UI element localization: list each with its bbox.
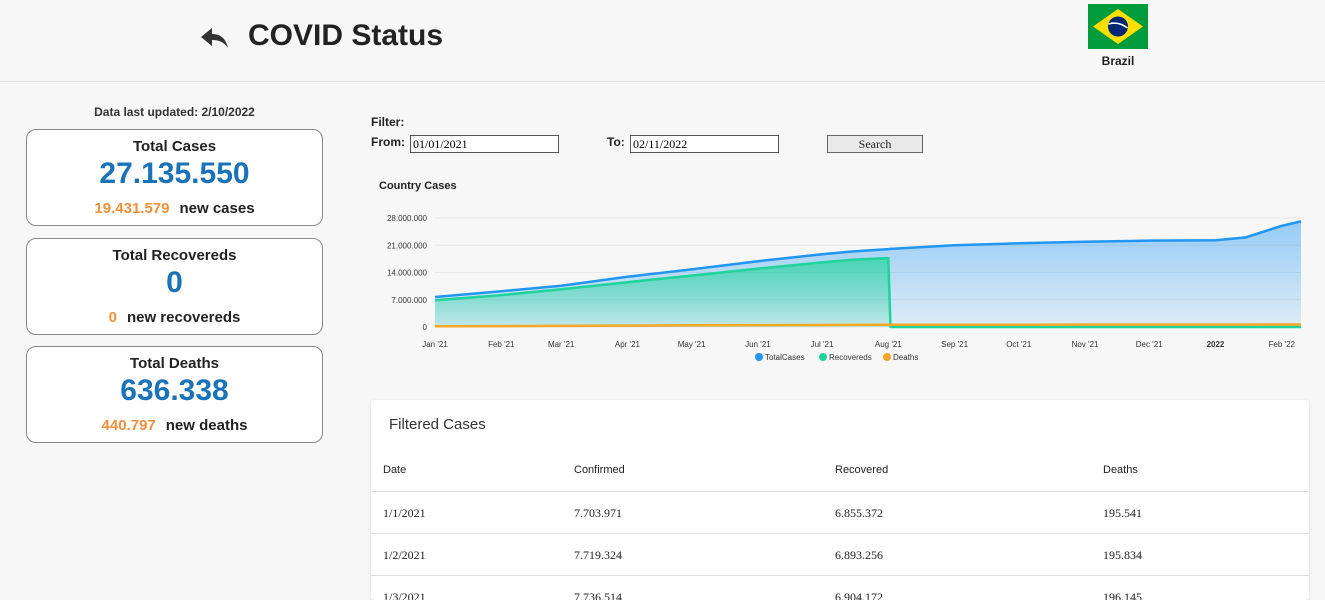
x-tick-label: Feb '22 [1269,340,1296,349]
filter-label: Filter: [371,115,405,129]
new-deaths-label: new deaths [165,417,248,434]
last-updated-text: Data last updated: 2/10/2022 [94,105,255,119]
cell-date: 1/3/2021 [383,590,426,600]
page-header: COVID Status Brazil [0,0,1325,82]
legend-marker [819,353,827,361]
x-tick-label: Mar '21 [548,340,575,349]
legend-label: Deaths [893,353,918,362]
header-deaths[interactable]: Deaths [1103,464,1138,476]
total-cases-card: Total Cases 27.135.550 19.431.579 new cas… [26,129,323,226]
new-deaths-line: 440.797 new deaths [27,417,322,434]
cell-deaths: 196.145 [1103,590,1142,600]
x-tick-label: Sep '21 [941,340,968,349]
legend-marker [755,353,763,361]
y-tick-label: 14.000.000 [387,269,428,278]
country-name: Brazil [1101,54,1135,68]
x-tick-label: Jan '21 [422,340,448,349]
cell-confirmed: 7.719.324 [574,548,622,562]
page-title: COVID Status [248,19,444,52]
legend-marker [883,353,891,361]
from-date-input[interactable] [410,135,559,153]
search-button[interactable]: Search [827,135,923,153]
header-date[interactable]: Date [383,464,406,476]
total-cases-value: 27.135.550 [99,157,250,190]
new-recovered-label: new recovereds [126,309,241,326]
header-confirmed[interactable]: Confirmed [574,464,625,476]
x-tick-label: Dec '21 [1136,340,1163,349]
new-recovered-line: 0 new recovereds [27,309,322,326]
cell-confirmed: 7.703.971 [574,506,622,520]
country-cases-chart: Country Cases 0 7.000.000 14.000.000 21.000… [379,180,1302,362]
x-tick-label: Jun '21 [745,340,771,349]
table-title: Filtered Cases [389,416,486,433]
total-deaths-value: 636.338 [120,374,229,407]
x-tick-label: 2022 [1207,340,1225,349]
cell-deaths: 195.541 [1103,506,1142,520]
new-deaths-value: 440.797 [101,417,156,434]
x-tick-label: Aug '21 [875,340,902,349]
cell-recovered: 6.904.172 [835,590,883,600]
total-deaths-card: Total Deaths 636.338 440.797 new deaths [26,346,323,443]
table-row: 1/1/2021 7.703.971 6.855.372 195.541 [371,492,1309,534]
x-tick-label: Nov '21 [1072,340,1099,349]
y-tick-label: 21.000.000 [387,241,428,250]
x-tick-label: Apr '21 [615,340,641,349]
total-recovered-value: 0 [166,266,183,299]
cell-recovered: 6.893.256 [835,548,883,562]
y-tick-label: 0 [423,323,428,332]
cell-date: 1/1/2021 [383,506,426,520]
from-label: From: [371,135,405,149]
table-header-row: Date Confirmed Recovered Deaths [371,450,1309,492]
cell-deaths: 195.834 [1103,548,1142,562]
x-tick-label: May '21 [678,340,706,349]
legend-label: TotalCases [765,353,805,362]
filtered-cases-table: Filtered Cases Date Confirmed Recovered … [371,400,1309,600]
cell-confirmed: 7.736.514 [574,590,622,600]
y-tick-label: 7.000.000 [391,296,427,305]
total-cases-label: Total Cases [132,138,217,155]
new-cases-value: 19.431.579 [94,200,170,217]
new-cases-line: 19.431.579 new cases [27,200,322,217]
total-recovered-label: Total Recovereds [112,247,237,264]
header-recovered[interactable]: Recovered [835,464,888,476]
table-row: 1/3/2021 7.736.514 6.904.172 196.145 [371,576,1309,600]
total-deaths-label: Total Deaths [130,355,219,372]
legend-label: Recovereds [829,353,872,362]
x-tick-label: Feb '21 [488,340,515,349]
to-date-input[interactable] [630,135,779,153]
cell-date: 1/2/2021 [383,548,426,562]
chart-title: Country Cases [379,180,457,192]
back-arrow-icon[interactable] [199,24,231,52]
x-tick-label: Jul '21 [811,340,834,349]
brazil-flag-icon [1088,4,1148,49]
new-cases-label: new cases [179,200,255,217]
table-row: 1/2/2021 7.719.324 6.893.256 195.834 [371,534,1309,576]
to-label: To: [607,135,625,149]
cell-recovered: 6.855.372 [835,506,883,520]
x-tick-label: Oct '21 [1006,340,1032,349]
new-recovered-value: 0 [108,309,117,326]
y-tick-label: 28.000.000 [387,214,428,223]
total-recovered-card: Total Recovereds 0 0 new recovereds [26,238,323,335]
